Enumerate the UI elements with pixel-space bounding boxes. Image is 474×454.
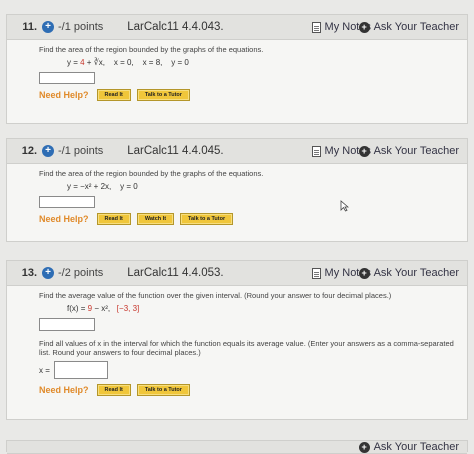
equation: y = −x² + 2x, y = 0 bbox=[67, 182, 467, 191]
notes-icon bbox=[311, 21, 321, 33]
equation: f(x) = 9 − x², [−3, 3] bbox=[67, 304, 467, 313]
equation: y = 4 + ∛x, x = 0, x = 8, y = 0 bbox=[67, 58, 467, 67]
ask-teacher-link[interactable]: + Ask Your Teacher bbox=[358, 441, 459, 453]
expand-plus-icon[interactable]: + bbox=[42, 145, 54, 157]
ask-teacher-label: Ask Your Teacher bbox=[373, 441, 459, 453]
ask-plus-icon: + bbox=[358, 441, 370, 453]
question-code: LarCalc11 4.4.043. bbox=[127, 21, 224, 33]
mouse-pointer-icon bbox=[340, 200, 349, 212]
question-12: 12. + -/1 points LarCalc11 4.4.045. My N… bbox=[6, 138, 468, 242]
question-number: 12. bbox=[21, 145, 37, 157]
ask-teacher-label: Ask Your Teacher bbox=[373, 21, 459, 33]
help-row: Need Help? Read It Talk to a Tutor bbox=[39, 384, 467, 396]
read-it-button[interactable]: Read It bbox=[96, 89, 131, 101]
question-prompt: Find the average value of the function o… bbox=[39, 291, 392, 300]
question-11: 11. + -/1 points LarCalc11 4.4.043. My N… bbox=[6, 14, 468, 124]
points-label: -/1 points bbox=[58, 21, 104, 33]
read-it-button[interactable]: Read It bbox=[96, 384, 131, 396]
x-answer-input[interactable] bbox=[53, 361, 108, 379]
question-prompt: Find the area of the region bounded by t… bbox=[39, 169, 264, 178]
ask-teacher-link[interactable]: + Ask Your Teacher bbox=[358, 145, 459, 157]
eq-post: − x², bbox=[92, 304, 117, 313]
ask-teacher-link[interactable]: + Ask Your Teacher bbox=[358, 21, 459, 33]
points-label: -/2 points bbox=[58, 267, 104, 279]
answer-input[interactable] bbox=[39, 196, 95, 208]
question-header: 12. + -/1 points LarCalc11 4.4.045. My N… bbox=[7, 139, 467, 164]
average-answer-input[interactable] bbox=[39, 318, 95, 331]
ask-teacher-link[interactable]: + Ask Your Teacher bbox=[358, 267, 459, 279]
question-prompt: Find the area of the region bounded by t… bbox=[39, 45, 264, 54]
watch-it-button[interactable]: Watch It bbox=[136, 213, 175, 225]
ask-plus-icon: + bbox=[358, 145, 370, 157]
question-code: LarCalc11 4.4.045. bbox=[127, 145, 224, 157]
need-help-label: Need Help? bbox=[39, 385, 89, 395]
question-header: + Ask Your Teacher bbox=[7, 441, 467, 454]
question-14-partial: + Ask Your Teacher bbox=[6, 440, 468, 454]
question-body: Find the area of the region bounded by t… bbox=[7, 40, 467, 101]
help-row: Need Help? Read It Watch It Talk to a Tu… bbox=[39, 213, 467, 225]
question-body: Find the average value of the function o… bbox=[7, 286, 467, 396]
ask-plus-icon: + bbox=[358, 267, 370, 279]
question-prompt-2: Find all values of x in the interval for… bbox=[39, 339, 454, 357]
answer-input[interactable] bbox=[39, 72, 95, 84]
eq-pre: y = −x² + 2x, y = 0 bbox=[67, 182, 138, 191]
talk-tutor-button[interactable]: Talk to a Tutor bbox=[136, 384, 190, 396]
question-code: LarCalc11 4.4.053. bbox=[127, 267, 224, 279]
talk-tutor-button[interactable]: Talk to a Tutor bbox=[136, 89, 190, 101]
question-number: 11. bbox=[22, 21, 37, 33]
question-13: 13. + -/2 points LarCalc11 4.4.053. My N… bbox=[6, 260, 468, 420]
talk-tutor-button[interactable]: Talk to a Tutor bbox=[180, 213, 234, 225]
points-label: -/1 points bbox=[58, 145, 104, 157]
question-header: 13. + -/2 points LarCalc11 4.4.053. My N… bbox=[7, 261, 467, 286]
help-row: Need Help? Read It Talk to a Tutor bbox=[39, 89, 467, 101]
eq-post: + ∛x, x = 0, x = 8, y = 0 bbox=[84, 58, 189, 67]
ask-teacher-label: Ask Your Teacher bbox=[373, 267, 459, 279]
expand-plus-icon[interactable]: + bbox=[42, 21, 54, 33]
eq-pre: f(x) = bbox=[67, 304, 88, 313]
question-body: Find the area of the region bounded by t… bbox=[7, 164, 467, 225]
question-number: 13. bbox=[21, 267, 37, 279]
eq-interval: [−3, 3] bbox=[116, 304, 140, 313]
x-label: x = bbox=[39, 365, 50, 375]
x-answer-row: x = bbox=[39, 361, 467, 379]
need-help-label: Need Help? bbox=[39, 214, 89, 224]
eq-pre: y = bbox=[67, 58, 81, 67]
expand-plus-icon[interactable]: + bbox=[42, 267, 54, 279]
ask-teacher-label: Ask Your Teacher bbox=[373, 145, 459, 157]
notes-icon bbox=[311, 267, 321, 279]
read-it-button[interactable]: Read It bbox=[96, 213, 131, 225]
need-help-label: Need Help? bbox=[39, 90, 89, 100]
notes-icon bbox=[311, 145, 321, 157]
ask-plus-icon: + bbox=[358, 21, 370, 33]
question-header: 11. + -/1 points LarCalc11 4.4.043. My N… bbox=[7, 15, 467, 40]
